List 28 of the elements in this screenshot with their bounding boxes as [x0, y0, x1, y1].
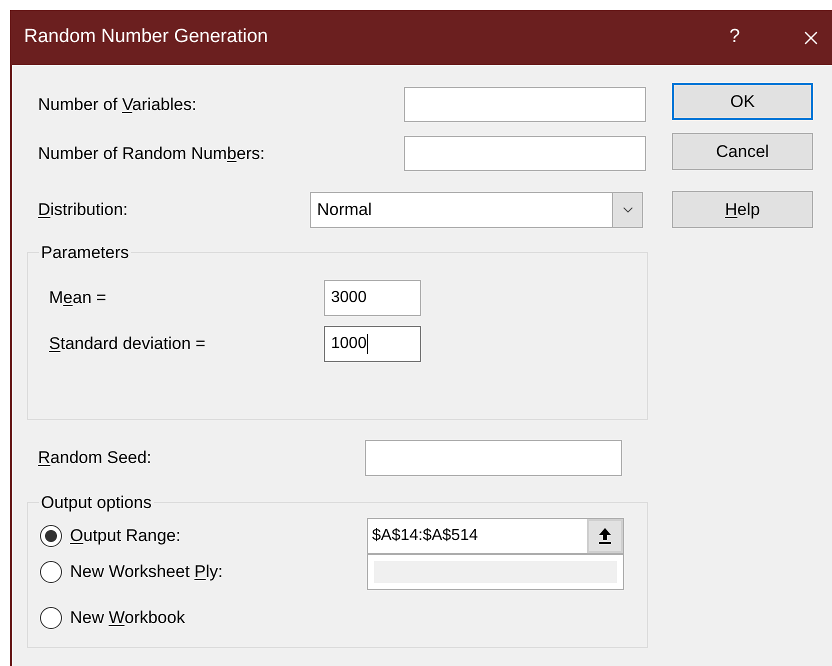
dialog-button[interactable]: Cancel — [672, 133, 813, 170]
field-label: Mean = — [49, 286, 108, 309]
radio-button[interactable] — [40, 524, 62, 546]
distribution-dropdown[interactable]: Normal — [310, 192, 643, 228]
option-label: New Workbook — [70, 606, 186, 629]
range-field[interactable]: $A$14:$A$514 — [367, 518, 624, 554]
field-label: Number of Random Numbers: — [38, 142, 265, 165]
dialog-button[interactable]: Help — [672, 191, 813, 228]
input-field[interactable]: 3000 — [324, 280, 421, 316]
option-label: New Worksheet Ply: — [70, 560, 224, 583]
input-field[interactable]: 1000 — [324, 326, 421, 362]
input-field[interactable] — [404, 136, 646, 171]
input-field[interactable] — [365, 440, 622, 476]
text-cursor — [366, 334, 368, 354]
group-title: Parameters — [40, 242, 130, 264]
radio-button[interactable] — [40, 606, 62, 628]
help-button[interactable]: ? — [729, 23, 740, 52]
upload-arrow-icon — [598, 527, 612, 544]
collapse-button[interactable] — [587, 518, 623, 552]
dialog-button[interactable]: OK — [672, 83, 813, 120]
field-label: Random Seed: — [38, 447, 152, 470]
input-field[interactable] — [404, 87, 646, 122]
window-title: Random Number Generation — [24, 25, 268, 50]
option-label: Output Range: — [70, 524, 182, 547]
field-label: Number of Variables: — [38, 94, 196, 116]
field-label: Standard deviation = — [49, 332, 206, 355]
group-title: Output options — [40, 492, 153, 514]
field-label: Distribution: — [38, 199, 128, 222]
